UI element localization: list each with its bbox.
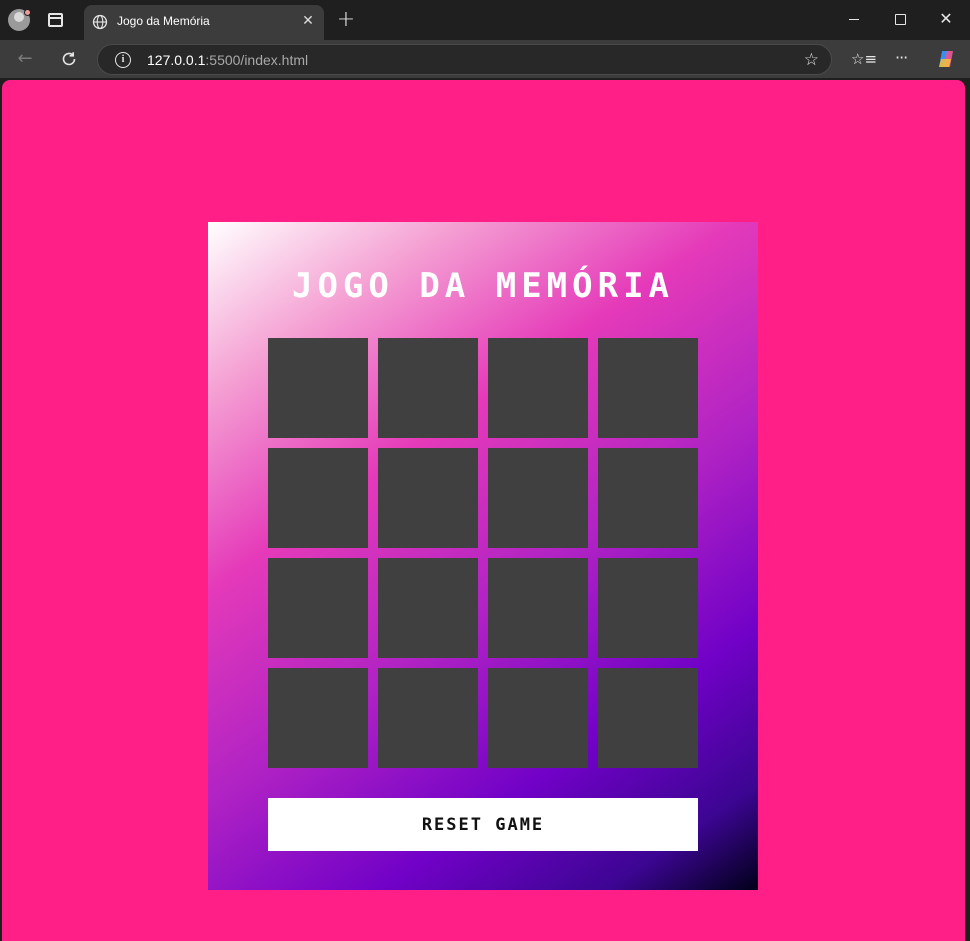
card-11[interactable]	[488, 558, 588, 658]
card-7[interactable]	[488, 448, 588, 548]
reset-game-button[interactable]: RESET GAME	[268, 798, 698, 851]
favorites-icon[interactable]: ☆≡	[851, 50, 877, 68]
browser-tab-bar: Jogo da Memória ✕ + ✕	[0, 0, 970, 40]
game-title: JOGO DA MEMÓRIA	[291, 266, 675, 306]
card-1[interactable]	[268, 338, 368, 438]
url-host: 127.0.0.1	[147, 52, 206, 68]
card-10[interactable]	[378, 558, 478, 658]
tab-actions-icon[interactable]	[48, 13, 63, 27]
card-5[interactable]	[268, 448, 368, 548]
browser-toolbar: ← i 127.0.0.1:5500/index.html ☆ ☆≡ ···	[0, 40, 970, 78]
info-icon[interactable]: i	[115, 52, 131, 68]
back-button[interactable]: ←	[14, 48, 36, 70]
profile-notification-dot	[24, 9, 31, 16]
card-13[interactable]	[268, 668, 368, 768]
card-2[interactable]	[378, 338, 478, 438]
close-window-button[interactable]: ✕	[926, 6, 966, 34]
card-3[interactable]	[488, 338, 588, 438]
card-6[interactable]	[378, 448, 478, 548]
game-container: JOGO DA MEMÓRIA RESET GAME	[208, 222, 758, 890]
url-text[interactable]: 127.0.0.1:5500/index.html	[147, 52, 308, 68]
card-12[interactable]	[598, 558, 698, 658]
card-14[interactable]	[378, 668, 478, 768]
card-16[interactable]	[598, 668, 698, 768]
card-9[interactable]	[268, 558, 368, 658]
more-icon[interactable]: ···	[895, 47, 908, 69]
card-grid	[268, 338, 698, 768]
star-icon[interactable]: ☆	[804, 50, 819, 70]
minimize-window-button[interactable]	[834, 6, 874, 34]
address-bar[interactable]: i 127.0.0.1:5500/index.html ☆	[97, 44, 832, 75]
browser-viewport: JOGO DA MEMÓRIA RESET GAME	[0, 78, 970, 941]
card-4[interactable]	[598, 338, 698, 438]
url-path: :5500/index.html	[205, 52, 309, 68]
page-background: JOGO DA MEMÓRIA RESET GAME	[2, 80, 965, 941]
maximize-window-button[interactable]	[880, 6, 920, 34]
card-15[interactable]	[488, 668, 588, 768]
globe-icon	[92, 14, 108, 30]
browser-tab-active[interactable]: Jogo da Memória ✕	[84, 5, 324, 40]
tab-title: Jogo da Memória	[117, 14, 210, 28]
reload-icon	[62, 52, 76, 66]
new-tab-button[interactable]: +	[336, 9, 356, 31]
reload-button[interactable]	[58, 48, 80, 70]
card-8[interactable]	[598, 448, 698, 548]
close-tab-icon[interactable]: ✕	[300, 13, 316, 29]
copilot-icon[interactable]	[936, 49, 956, 69]
